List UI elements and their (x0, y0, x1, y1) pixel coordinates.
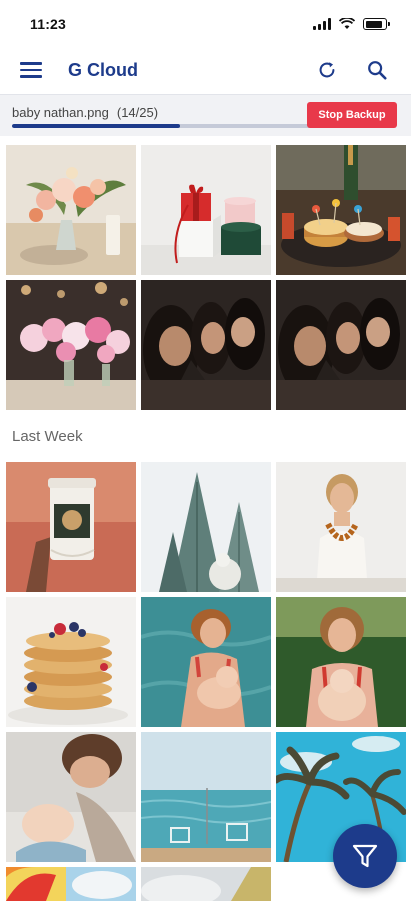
cloudy-sky-photo[interactable] (141, 867, 271, 901)
status-bar: 11:23 (0, 0, 411, 48)
backup-status-text: baby nathan.png (14/25) (12, 105, 158, 120)
section-title-last-week: Last Week (12, 428, 83, 445)
refresh-icon[interactable] (313, 56, 341, 84)
backup-progress-panel: baby nathan.png (14/25) Stop Backup (0, 94, 411, 136)
pink-flowers-table-photo[interactable] (6, 280, 136, 410)
photo-grid-recent (6, 145, 406, 410)
friends-laughing-photo-2[interactable] (276, 280, 406, 410)
backup-progress-count: (14/25) (117, 105, 158, 120)
woman-necklace-photo[interactable] (276, 462, 406, 592)
coffee-cup-photo[interactable] (6, 462, 136, 592)
status-icons (313, 18, 387, 30)
pancake-stack-photo[interactable] (6, 597, 136, 727)
signal-icon (313, 18, 331, 30)
gift-boxes-photo[interactable] (141, 145, 271, 275)
flower-arrangement-photo[interactable] (6, 145, 136, 275)
status-time: 11:23 (30, 16, 66, 32)
sunset-sky-photo[interactable] (6, 867, 136, 901)
stop-backup-button[interactable]: Stop Backup (307, 102, 397, 128)
search-icon[interactable] (363, 56, 391, 84)
backup-progress-fill (12, 124, 180, 128)
backup-file-name: baby nathan.png (12, 105, 109, 120)
battery-icon (363, 18, 387, 30)
filter-button[interactable] (333, 824, 397, 888)
friends-laughing-photo[interactable] (141, 280, 271, 410)
mother-baby-pool-photo[interactable] (141, 597, 271, 727)
filter-icon (350, 841, 380, 871)
mother-baby-garden-photo[interactable] (276, 597, 406, 727)
app-title: G Cloud (68, 60, 291, 81)
hamburger-menu-icon[interactable] (20, 57, 46, 83)
party-cake-photo[interactable] (276, 145, 406, 275)
wifi-icon (339, 18, 355, 30)
app-bar: G Cloud (0, 48, 411, 92)
cathedral-spire-photo[interactable] (141, 462, 271, 592)
backup-progress-bar (12, 124, 312, 128)
beach-chairs-photo[interactable] (141, 732, 271, 862)
sleeping-baby-photo[interactable] (6, 732, 136, 862)
